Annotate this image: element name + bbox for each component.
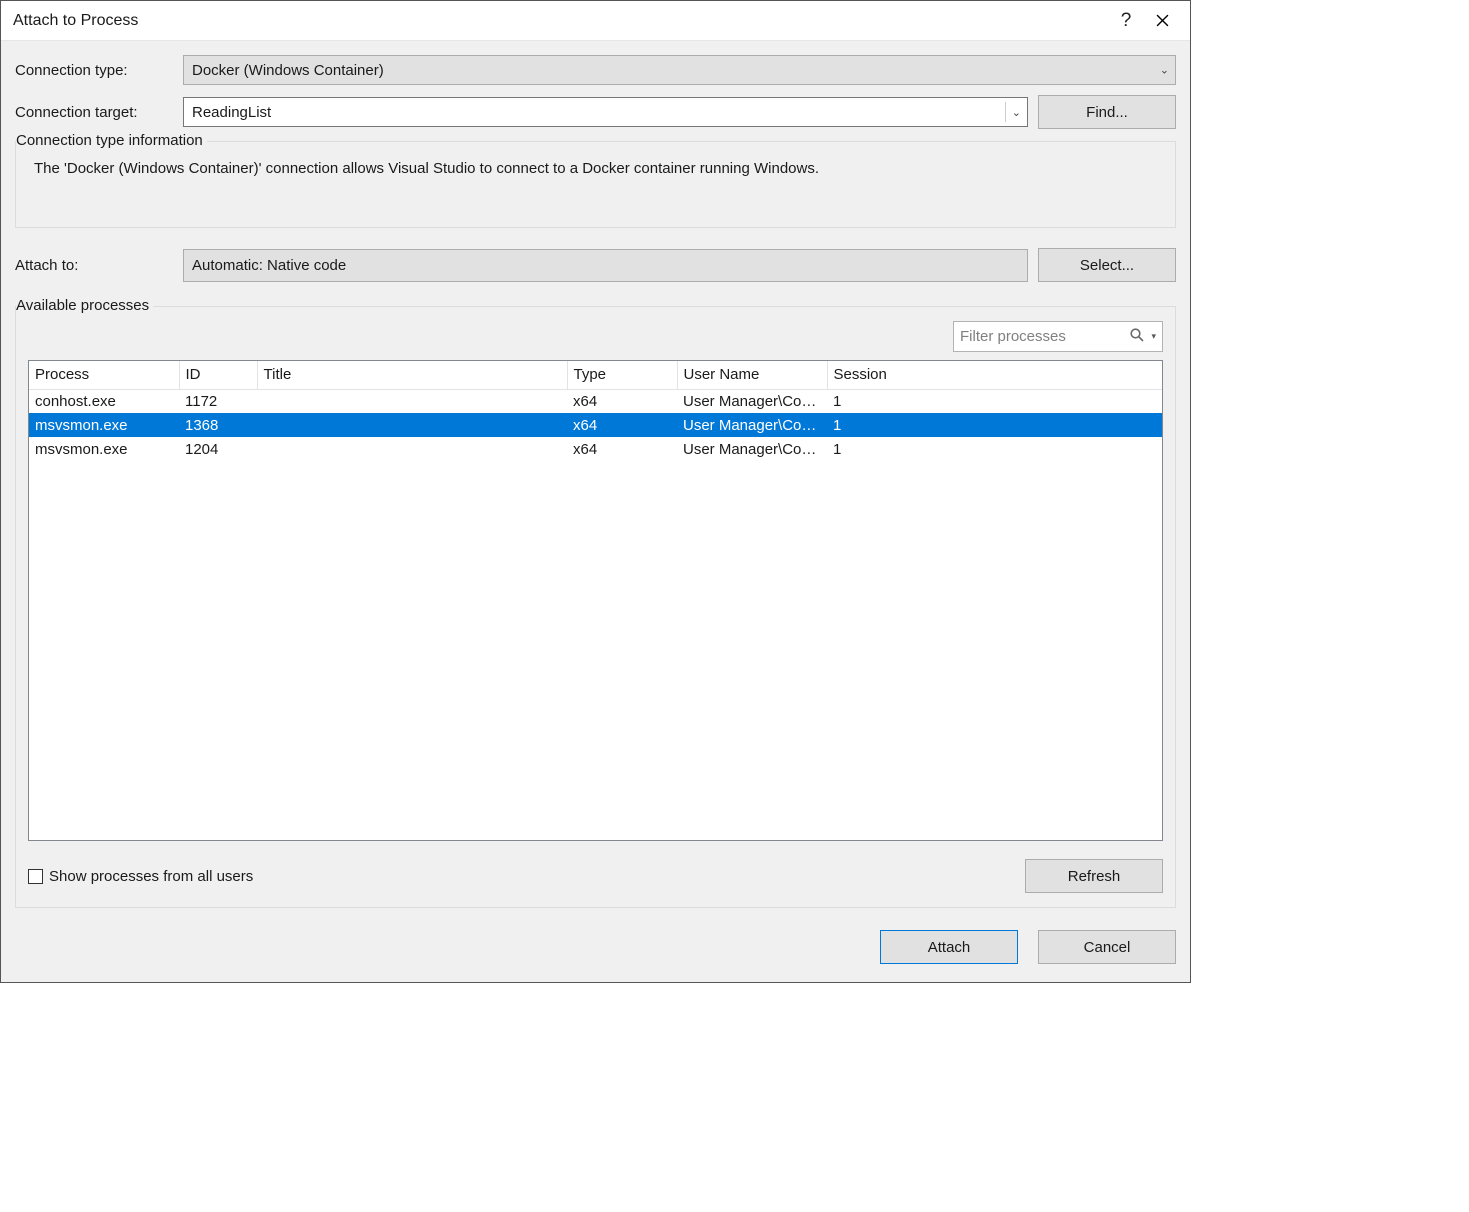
connection-info-group: Connection type information The 'Docker … (15, 141, 1176, 228)
close-button[interactable] (1144, 3, 1180, 39)
connection-type-value: Docker (Windows Container) (192, 62, 384, 79)
cell-type: x64 (567, 389, 677, 413)
checkbox-box (28, 869, 43, 884)
dialog-title: Attach to Process (13, 12, 1108, 30)
connection-target-value: ReadingList (192, 104, 271, 121)
connection-info-header: Connection type information (16, 132, 207, 149)
attach-to-label: Attach to: (15, 257, 183, 274)
filter-dropdown-icon[interactable]: ▾ (1151, 331, 1156, 342)
cell-user: User Manager\Contai... (677, 437, 827, 461)
connection-type-label: Connection type: (15, 62, 183, 79)
chevron-down-icon: ⌄ (1160, 64, 1169, 77)
cancel-button[interactable]: Cancel (1038, 930, 1176, 964)
connection-info-desc: The 'Docker (Windows Container)' connect… (28, 160, 1163, 177)
attach-button[interactable]: Attach (880, 930, 1018, 964)
cell-type: x64 (567, 437, 677, 461)
refresh-button[interactable]: Refresh (1025, 859, 1163, 893)
cell-type: x64 (567, 413, 677, 437)
cell-id: 1368 (179, 413, 257, 437)
dialog-content: Connection type: Docker (Windows Contain… (1, 41, 1190, 982)
attach-to-value: Automatic: Native code (183, 249, 1028, 282)
table-header-row[interactable]: Process ID Title Type User Name Session (29, 361, 1162, 389)
available-processes-label: Available processes (16, 297, 153, 314)
attach-to-text: Automatic: Native code (192, 257, 346, 274)
chevron-down-icon: ⌄ (1005, 102, 1021, 122)
search-icon (1129, 327, 1145, 347)
cell-id: 1172 (179, 389, 257, 413)
table-row[interactable]: msvsmon.exe1368 x64User Manager\Contai...… (29, 413, 1162, 437)
connection-target-label: Connection target: (15, 104, 183, 121)
help-button[interactable]: ? (1108, 3, 1144, 39)
col-session[interactable]: Session (827, 361, 1162, 389)
col-id[interactable]: ID (179, 361, 257, 389)
filter-processes-input[interactable]: Filter processes ▾ (953, 321, 1163, 352)
table-row[interactable]: msvsmon.exe1204 x64User Manager\Contai...… (29, 437, 1162, 461)
available-processes-group: Available processes Filter processes ▾ P… (15, 306, 1176, 908)
cell-id: 1204 (179, 437, 257, 461)
titlebar: Attach to Process ? (1, 1, 1190, 41)
cell-user: User Manager\Contai... (677, 389, 827, 413)
cell-title (257, 437, 567, 461)
cell-process: msvsmon.exe (29, 413, 179, 437)
process-table[interactable]: Process ID Title Type User Name Session … (28, 360, 1163, 841)
cell-process: msvsmon.exe (29, 437, 179, 461)
find-button[interactable]: Find... (1038, 95, 1176, 129)
cell-process: conhost.exe (29, 389, 179, 413)
cell-title (257, 389, 567, 413)
col-type[interactable]: Type (567, 361, 677, 389)
show-all-users-checkbox[interactable]: Show processes from all users (28, 868, 253, 885)
cell-session: 1 (827, 437, 1162, 461)
connection-target-combo[interactable]: ReadingList ⌄ (183, 97, 1028, 127)
cell-session: 1 (827, 389, 1162, 413)
cell-user: User Manager\Contai... (677, 413, 827, 437)
col-user[interactable]: User Name (677, 361, 827, 389)
close-icon (1156, 14, 1169, 27)
cell-session: 1 (827, 413, 1162, 437)
select-button[interactable]: Select... (1038, 248, 1176, 282)
cell-title (257, 413, 567, 437)
table-row[interactable]: conhost.exe1172 x64User Manager\Contai...… (29, 389, 1162, 413)
show-all-users-label: Show processes from all users (49, 868, 253, 885)
col-title[interactable]: Title (257, 361, 567, 389)
filter-placeholder: Filter processes (960, 328, 1129, 345)
col-process[interactable]: Process (29, 361, 179, 389)
connection-type-combo[interactable]: Docker (Windows Container) ⌄ (183, 55, 1176, 85)
